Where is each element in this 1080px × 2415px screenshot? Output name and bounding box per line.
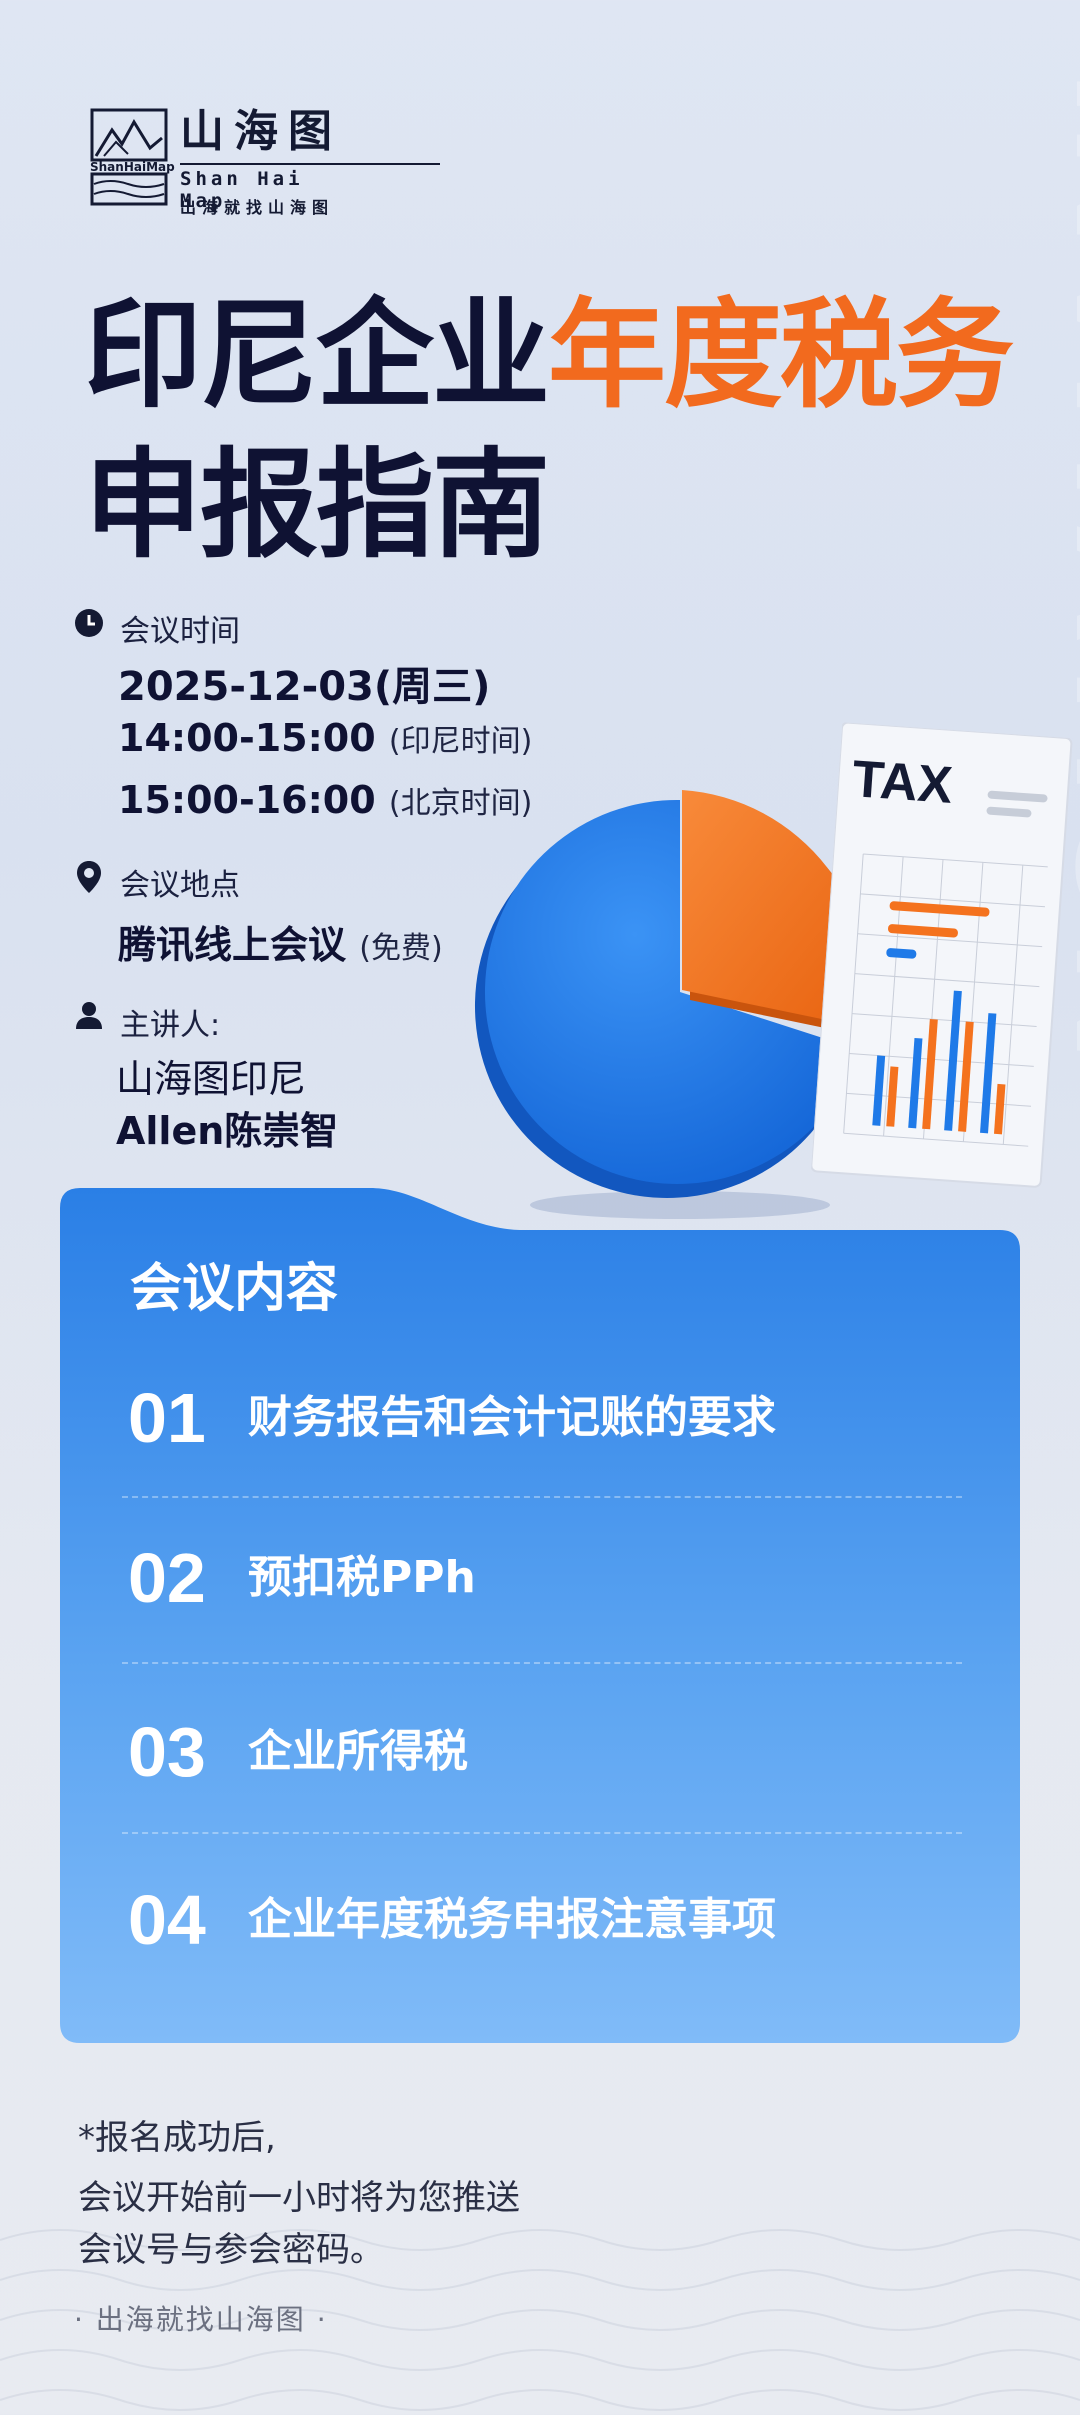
agenda-title: 会议内容 xyxy=(130,1259,339,1319)
time-indonesia-note: (印尼时间) xyxy=(388,724,533,759)
agenda-divider xyxy=(122,1662,962,1664)
agenda-item-text: 财务报告和会计记账的要求 xyxy=(248,1392,776,1443)
agenda-divider xyxy=(122,1832,962,1834)
location-value: 腾讯线上会议 xyxy=(118,923,347,967)
person-icon xyxy=(76,1002,102,1029)
tax-document-graphic: TAX xyxy=(810,721,1080,1198)
location-note: (免费) xyxy=(359,931,443,966)
logo-divider xyxy=(180,163,440,165)
title-dark-part: 印尼企业 xyxy=(84,286,550,424)
title-orange-part: 年度税务 xyxy=(548,286,1014,424)
footer-note-line-3: 会议号与参会密码。 xyxy=(78,2230,384,2270)
speaker-org: 山海图印尼 xyxy=(116,1057,307,1101)
agenda-item-text: 企业所得税 xyxy=(248,1726,468,1777)
logo-slogan: 出海就找山海图 xyxy=(180,198,335,217)
agenda-item-number: 01 xyxy=(128,1379,206,1457)
location-label: 会议地点 xyxy=(120,868,240,903)
agenda-item-number: 03 xyxy=(128,1713,206,1791)
speaker-label: 主讲人: xyxy=(120,1008,221,1043)
agenda-item-number: 02 xyxy=(128,1539,206,1617)
location-pin-icon xyxy=(77,861,101,893)
time-label: 会议时间 xyxy=(120,614,240,649)
meeting-date: 2025-12-03(周三) xyxy=(118,664,491,710)
agenda-divider xyxy=(122,1496,962,1498)
title-line-1: 印尼企业年度税务 xyxy=(84,280,1014,430)
agenda-item: 02 预扣税PPh xyxy=(128,1528,958,1628)
footer-note-line-2: 会议开始前一小时将为您推送 xyxy=(78,2178,520,2218)
speaker-name: Allen陈崇智 xyxy=(116,1109,339,1153)
mountain-logo-icon xyxy=(90,108,168,206)
agenda-item-text: 企业年度税务申报注意事项 xyxy=(248,1894,776,1945)
agenda-item: 01 财务报告和会计记账的要求 xyxy=(128,1368,958,1468)
brand-logo: ShanHaiMap 山海图 Shan Hai Map 出海就找山海图 xyxy=(90,106,440,218)
agenda-item: 03 企业所得税 xyxy=(128,1702,958,1802)
clock-icon xyxy=(75,609,103,637)
agenda-item-text: 预扣税PPh xyxy=(248,1552,476,1603)
footer-note-line-1: *报名成功后, xyxy=(78,2118,276,2158)
tax-label: TAX xyxy=(850,750,955,815)
agenda-item: 04 企业年度税务申报注意事项 xyxy=(128,1870,958,1970)
logo-brand-small: ShanHaiMap xyxy=(90,160,175,174)
agenda-item-number: 04 xyxy=(128,1881,206,1959)
page-title: 印尼企业年度税务 申报指南 xyxy=(84,280,1014,580)
meeting-time-indonesia: 14:00-15:00 (印尼时间) xyxy=(118,716,532,760)
meeting-location: 腾讯线上会议 (免费) xyxy=(118,914,443,969)
time-indonesia-value: 14:00-15:00 xyxy=(118,716,376,760)
agenda-card: 会议内容 01 财务报告和会计记账的要求 02 预扣税PPh 03 企业所得税 … xyxy=(60,1188,1020,2043)
title-line-2: 申报指南 xyxy=(84,436,550,574)
logo-name-cn: 山海图 xyxy=(180,106,342,157)
footer-slogan: · 出海就找山海图 · xyxy=(74,2303,328,2336)
time-beijing-value: 15:00-16:00 xyxy=(118,778,376,822)
